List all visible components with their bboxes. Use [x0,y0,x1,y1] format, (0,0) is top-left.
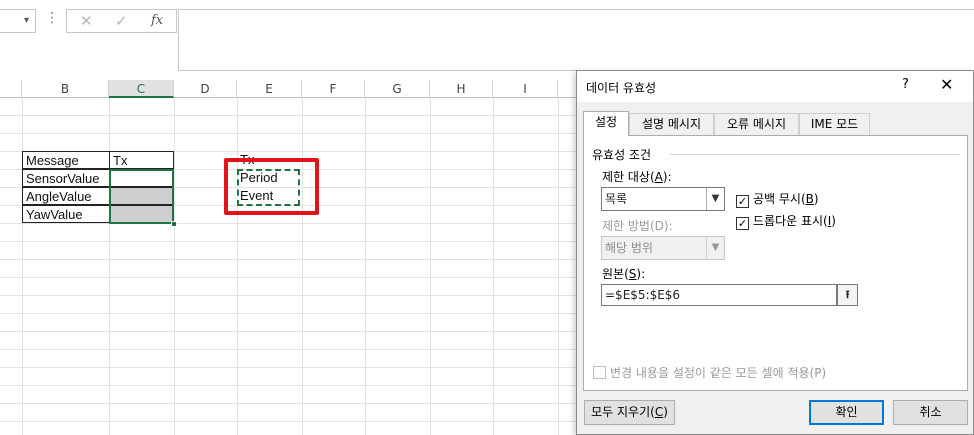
column-header-c[interactable]: C [109,80,174,98]
highlight-annotation [224,158,319,215]
grid-line [174,98,175,435]
checkbox-checked-icon[interactable]: ✓ [736,195,749,208]
ignore-blank-checkbox[interactable]: ✓ 공백 무시(B) [736,190,819,208]
grid-line [109,98,110,435]
group-title: 유효성 조건 [592,148,652,162]
chevron-down-icon[interactable]: ▼ [706,188,724,210]
chevron-down-icon[interactable]: ▾ [24,15,29,26]
enter-icon[interactable]: ✓ [115,12,128,30]
column-header-j[interactable] [558,80,578,98]
column-header-e[interactable]: E [237,80,302,98]
column-header-i[interactable]: I [493,80,558,98]
allow-label: 제한 대상(A): [602,170,672,184]
insert-function-icon[interactable]: fx [151,13,163,28]
collapse-dialog-icon[interactable]: ⭱ [837,284,858,306]
column-header-f[interactable]: F [302,80,365,98]
dialog-titlebar[interactable]: 데이터 유효성 ? ✕ [577,71,973,102]
grid-line [237,98,238,435]
close-icon[interactable]: ✕ [940,75,953,94]
cell-b5[interactable]: AngleValue [22,187,110,205]
checkbox-icon[interactable] [593,366,606,379]
settings-panel: 유효성 조건 제한 대상(A): 목록 ▼ ✓ 공백 무시(B) ✓ 드롭다운 표시… [583,135,968,391]
cancel-icon[interactable]: ✕ [80,12,93,30]
source-input[interactable]: =$E$5:$E$6 [601,284,837,306]
ok-button[interactable]: 확인 [809,400,884,425]
grid-line [365,98,366,435]
allow-select-value: 목록 [605,192,628,206]
chevron-down-icon[interactable]: ▼ [706,237,724,259]
selection-range [109,169,174,224]
data-select[interactable]: 해당 범위 ▼ [601,236,725,260]
formula-bar: ▾ ⋮ ✕ ✓ fx [0,0,974,80]
tab-settings[interactable]: 설정 [583,111,629,136]
tab-input-message[interactable]: 설명 메시지 [629,113,714,135]
group-divider [670,154,960,155]
cancel-button[interactable]: 취소 [893,400,968,425]
column-header-b[interactable]: B [22,80,109,98]
cell-b4[interactable]: SensorValue [22,169,110,187]
grid-line [493,98,494,435]
more-icon[interactable]: ⋮ [45,10,59,26]
name-box[interactable]: ▾ [0,9,36,33]
data-label: 제한 방법(D): [602,219,673,233]
data-select-value: 해당 범위 [605,241,653,255]
dropdown-checkbox[interactable]: ✓ 드롭다운 표시(I) [736,212,836,230]
formula-input[interactable] [178,9,974,71]
cell-b3[interactable]: Message [22,151,110,169]
grid-line [430,98,431,435]
dialog-title: 데이터 유효성 [586,81,657,95]
clear-all-button[interactable]: 모두 지우기(C) [584,400,675,425]
tab-ime-mode[interactable]: IME 모드 [799,113,870,135]
allow-select[interactable]: 목록 ▼ [601,187,725,211]
grid-line [22,98,23,435]
help-icon[interactable]: ? [902,77,909,92]
grid-line [302,98,303,435]
data-validation-dialog: 데이터 유효성 ? ✕ 설정 설명 메시지 오류 메시지 IME 모드 유효성 … [576,70,974,435]
formula-buttons: ✕ ✓ fx [66,9,177,33]
column-header-g[interactable]: G [365,80,430,98]
grid-line [558,98,559,435]
fill-handle[interactable] [171,221,177,227]
cell-c3[interactable]: Tx [109,151,174,169]
column-header-h[interactable]: H [430,80,493,98]
tab-error-alert[interactable]: 오류 메시지 [714,113,799,135]
cell-b6[interactable]: YawValue [22,205,110,223]
column-header-a[interactable] [0,80,22,98]
source-label: 원본(S): [602,267,646,281]
column-header-d[interactable]: D [174,80,237,98]
checkbox-checked-icon[interactable]: ✓ [736,217,749,230]
apply-all-checkbox[interactable]: 변경 내용을 설정이 같은 모든 셀에 적용(P) [593,364,826,381]
